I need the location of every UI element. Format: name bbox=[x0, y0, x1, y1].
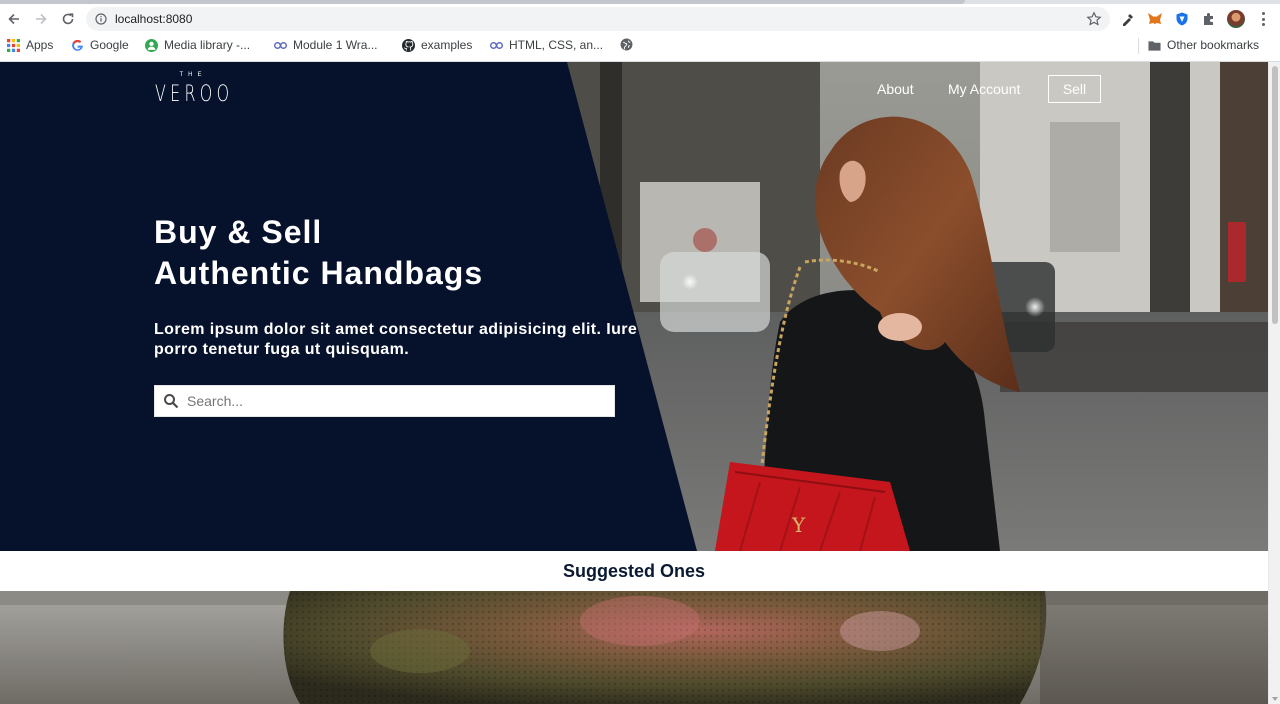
browser-toolbar: localhost:8080 bbox=[0, 4, 1280, 34]
bookmark-label: HTML, CSS, an... bbox=[509, 38, 604, 52]
leather-bag-photo bbox=[0, 591, 1268, 704]
bookmark-html-css[interactable]: HTML, CSS, an... bbox=[490, 38, 603, 52]
hero-tagline: Lorem ipsum dolor sit amet consectetur a… bbox=[154, 321, 638, 358]
other-bookmarks-label: Other bookmarks bbox=[1167, 38, 1260, 52]
eyedropper-extension-icon[interactable] bbox=[1120, 11, 1136, 27]
bookmark-globe[interactable] bbox=[620, 38, 633, 51]
google-icon bbox=[72, 39, 83, 51]
address-bar[interactable]: localhost:8080 bbox=[86, 7, 1110, 31]
bookmark-label: Media library -... bbox=[164, 38, 251, 52]
reload-button[interactable] bbox=[58, 9, 78, 29]
back-button[interactable] bbox=[4, 9, 24, 29]
info-icon[interactable] bbox=[95, 13, 107, 25]
bookmark-label: Module 1 Wra... bbox=[293, 38, 378, 52]
sell-button[interactable]: Sell bbox=[1048, 75, 1101, 103]
extensions-puzzle-icon[interactable] bbox=[1201, 11, 1217, 27]
browser-chrome: localhost:8080 Apps Google Media library… bbox=[0, 0, 1280, 62]
suggested-product-image[interactable] bbox=[0, 591, 1268, 704]
metamask-fox-icon[interactable] bbox=[1147, 11, 1163, 27]
media-library-icon bbox=[145, 38, 158, 52]
globe-icon bbox=[620, 38, 633, 51]
scrollbar-thumb[interactable] bbox=[1272, 66, 1278, 324]
bookmark-label: Apps bbox=[26, 38, 54, 52]
bookmark-examples[interactable]: examples bbox=[402, 38, 472, 52]
page-viewport: Y THE VEROO About My Account Sell Buy & … bbox=[0, 62, 1268, 704]
bookmark-label: examples bbox=[421, 38, 473, 52]
hero-headline-line-2: Authentic Handbags bbox=[154, 255, 484, 291]
page-scrollbar[interactable] bbox=[1268, 62, 1280, 704]
back-arrow-icon bbox=[8, 13, 19, 25]
shield-extension-icon[interactable] bbox=[1174, 11, 1190, 27]
apps-grid-icon bbox=[7, 38, 20, 52]
hero-section: Y THE VEROO About My Account Sell Buy & … bbox=[0, 62, 1268, 551]
search-input[interactable] bbox=[187, 387, 607, 415]
hero-headline: Buy & Sell Authentic Handbags bbox=[154, 212, 634, 294]
link-icon bbox=[274, 41, 287, 49]
bookmark-module-1[interactable]: Module 1 Wra... bbox=[274, 38, 377, 52]
other-bookmarks[interactable]: Other bookmarks bbox=[1148, 38, 1259, 52]
hero-headline-line-1: Buy & Sell bbox=[154, 214, 323, 250]
browser-menu-icon[interactable] bbox=[1258, 12, 1268, 26]
link-icon bbox=[490, 41, 503, 49]
bookmarks-separator bbox=[1138, 38, 1139, 54]
section-title-suggested: Suggested Ones bbox=[0, 551, 1268, 591]
folder-icon bbox=[1148, 40, 1161, 51]
github-icon bbox=[402, 38, 415, 52]
bookmarks-bar: Apps Google Media library -... Module 1 … bbox=[0, 36, 1280, 56]
nav-about-link[interactable]: About bbox=[877, 81, 914, 97]
bookmark-media-library[interactable]: Media library -... bbox=[145, 38, 250, 52]
bookmark-star-icon[interactable] bbox=[1086, 11, 1102, 27]
forward-button[interactable] bbox=[31, 9, 51, 29]
url-text[interactable]: localhost:8080 bbox=[115, 12, 192, 26]
nav-my-account-link[interactable]: My Account bbox=[948, 81, 1020, 97]
hero-search-box[interactable] bbox=[154, 385, 615, 417]
search-icon bbox=[164, 394, 179, 409]
profile-avatar[interactable] bbox=[1227, 10, 1245, 28]
bookmark-google[interactable]: Google bbox=[71, 38, 129, 52]
bookmark-label: Google bbox=[90, 38, 129, 52]
scroll-down-arrow-icon[interactable] bbox=[1272, 697, 1278, 701]
reload-icon bbox=[62, 13, 74, 25]
svg-text:Y: Y bbox=[791, 513, 806, 537]
main-nav: About My Account Sell bbox=[0, 75, 1268, 103]
forward-arrow-icon bbox=[36, 13, 47, 25]
bookmark-apps[interactable]: Apps bbox=[7, 38, 53, 52]
